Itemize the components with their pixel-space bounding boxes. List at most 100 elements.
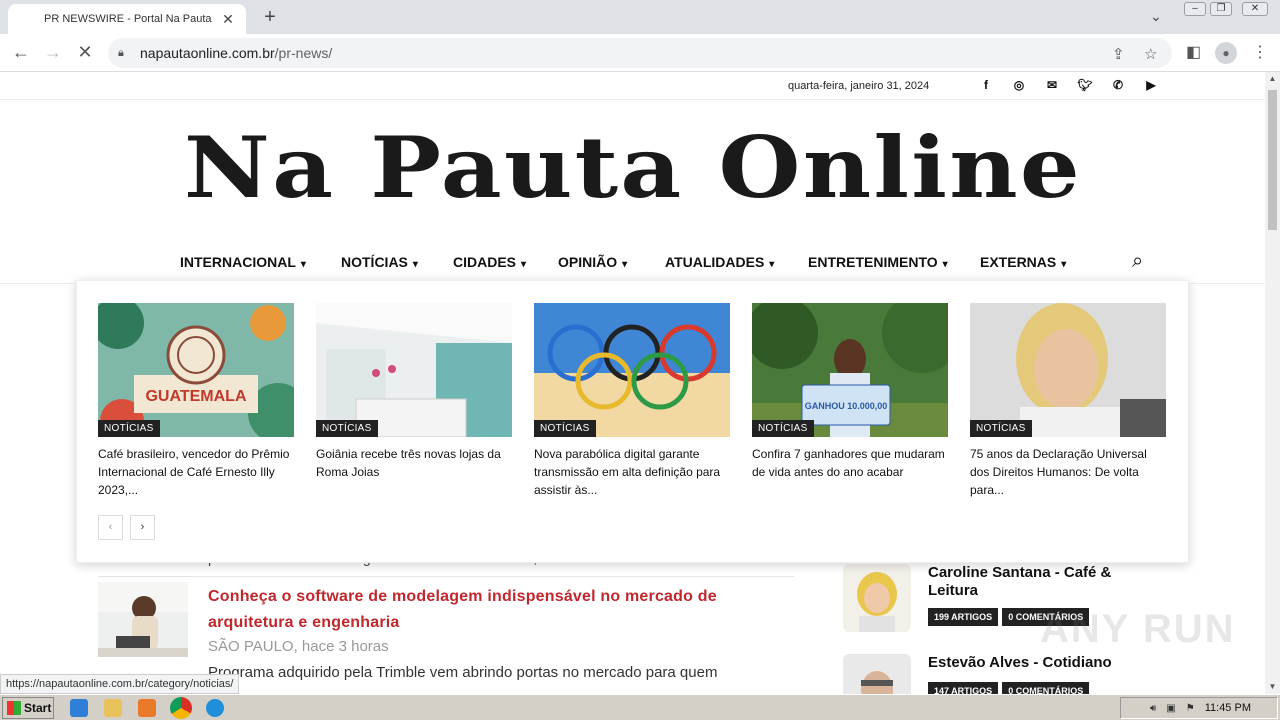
windows-taskbar: Start 🔊︎ ▣ ⚑ 11:45 PM bbox=[0, 694, 1280, 720]
mail-icon[interactable]: ✉ bbox=[1044, 78, 1060, 92]
share-icon[interactable]: ⇪ bbox=[1112, 45, 1125, 63]
category-badge[interactable]: NOTÍCIAS bbox=[970, 420, 1032, 437]
youtube-icon[interactable]: ▶ bbox=[1143, 78, 1159, 92]
page-scrollbar[interactable]: ▲ ▼ bbox=[1265, 72, 1280, 694]
media-player-icon[interactable] bbox=[138, 699, 156, 717]
side-panel-icon[interactable]: ◧ bbox=[1186, 42, 1201, 62]
news-card-title[interactable]: Café brasileiro, vencedor do Prêmio Inte… bbox=[98, 445, 294, 499]
author-avatar[interactable] bbox=[843, 654, 911, 694]
news-card[interactable]: NOTÍCIAS 75 anos da Declaração Universal… bbox=[970, 303, 1166, 499]
system-tray: 🔊︎ ▣ ⚑ 11:45 PM bbox=[1120, 697, 1278, 719]
news-card-title[interactable]: Confira 7 ganhadores que mudaram de vida… bbox=[752, 445, 948, 481]
tab-search-icon[interactable]: ⌄ bbox=[1150, 8, 1162, 25]
tab-title: PR NEWSWIRE - Portal Na Pauta Online bbox=[44, 13, 214, 25]
articles-count-badge[interactable]: 147 ARTIGOS bbox=[928, 682, 999, 694]
news-card-title[interactable]: Nova parabólica digital garante transmis… bbox=[534, 445, 730, 499]
network-icon[interactable]: ▣ bbox=[1166, 703, 1175, 714]
chrome-icon[interactable] bbox=[170, 697, 192, 719]
nav-internacional[interactable]: INTERNACIONAL ▾ bbox=[180, 244, 306, 284]
clock[interactable]: 11:45 PM bbox=[1205, 702, 1251, 714]
nav-opiniao[interactable]: OPINIÃO ▾ bbox=[558, 244, 627, 284]
author-stats: 147 ARTIGOS 0 COMENTÁRIOS bbox=[928, 682, 1090, 694]
news-card[interactable]: GUATEMALA NOTÍCIAS Café brasileiro, venc… bbox=[98, 303, 294, 499]
menu-kebab-icon[interactable]: ⋮ bbox=[1252, 42, 1268, 62]
author-avatar[interactable] bbox=[843, 564, 911, 632]
prev-page-button[interactable]: ‹ bbox=[98, 515, 123, 540]
forward-icon[interactable]: → bbox=[42, 42, 64, 63]
nav-entretenimento[interactable]: ENTRETENIMENTO ▾ bbox=[808, 244, 948, 284]
close-tab-icon[interactable]: ✕ bbox=[220, 11, 236, 28]
scroll-thumb[interactable] bbox=[1268, 90, 1277, 230]
scroll-down-icon[interactable]: ▼ bbox=[1265, 680, 1280, 694]
whatsapp-icon[interactable]: ✆ bbox=[1110, 78, 1126, 92]
news-card-image[interactable]: NOTÍCIAS bbox=[316, 303, 512, 437]
close-window-button[interactable]: ✕ bbox=[1242, 2, 1268, 16]
news-card-image[interactable]: NOTÍCIAS bbox=[534, 303, 730, 437]
watermark: ANY RUN bbox=[1040, 607, 1236, 651]
news-card[interactable]: NOTÍCIAS Goiânia recebe três novas lojas… bbox=[316, 303, 512, 481]
news-card-image[interactable]: NOTÍCIAS bbox=[970, 303, 1166, 437]
author-name[interactable]: Estevão Alves - Cotidiano bbox=[928, 654, 1148, 672]
ie-icon[interactable] bbox=[70, 699, 88, 717]
article-excerpt: Programa adquirido pela Trimble vem abri… bbox=[208, 664, 718, 681]
image-caption: GANHOU 10.000,00 bbox=[805, 401, 888, 411]
twitter-icon[interactable]: 🐦︎ bbox=[1077, 78, 1093, 92]
facebook-icon[interactable]: f bbox=[978, 78, 994, 92]
minimize-button[interactable]: – bbox=[1184, 2, 1206, 16]
news-card-image[interactable]: GANHOU 10.000,00 NOTÍCIAS bbox=[752, 303, 948, 437]
category-badge[interactable]: NOTÍCIAS bbox=[98, 420, 160, 437]
news-card-title[interactable]: Goiânia recebe três novas lojas da Roma … bbox=[316, 445, 512, 481]
instagram-icon[interactable]: ◎ bbox=[1011, 78, 1027, 92]
news-card[interactable]: GANHOU 10.000,00 NOTÍCIAS Confira 7 ganh… bbox=[752, 303, 948, 481]
start-label: Start bbox=[24, 701, 52, 715]
current-date: quarta-feira, janeiro 31, 2024 bbox=[788, 80, 930, 92]
url-host: napautaonline.com.br bbox=[140, 45, 275, 61]
scroll-up-icon[interactable]: ▲ bbox=[1265, 72, 1280, 86]
next-page-button[interactable]: › bbox=[130, 515, 155, 540]
nav-atualidades[interactable]: ATUALIDADES ▾ bbox=[665, 244, 774, 284]
search-icon[interactable]: ⌕ bbox=[1132, 250, 1143, 273]
category-badge[interactable]: NOTÍCIAS bbox=[534, 420, 596, 437]
nav-label: CIDADES bbox=[453, 254, 517, 270]
author-name[interactable]: Caroline Santana - Café & Leitura bbox=[928, 564, 1148, 600]
address-bar[interactable]: 🔒︎ napautaonline.com.br/pr-news/ ⇪ ☆ bbox=[108, 38, 1172, 68]
nav-label: ENTRETENIMENTO bbox=[808, 254, 938, 270]
category-badge[interactable]: NOTÍCIAS bbox=[316, 420, 378, 437]
image-caption: GUATEMALA bbox=[145, 388, 246, 405]
news-card-image[interactable]: GUATEMALA NOTÍCIAS bbox=[98, 303, 294, 437]
start-button[interactable]: Start bbox=[2, 697, 54, 719]
nav-cidades[interactable]: CIDADES ▾ bbox=[453, 244, 526, 284]
article-title-link[interactable]: Conheça o software de modelagem indispen… bbox=[208, 584, 768, 636]
bookmark-star-icon[interactable]: ☆ bbox=[1144, 45, 1157, 63]
news-card[interactable]: NOTÍCIAS Nova parabólica digital garante… bbox=[534, 303, 730, 499]
comments-count-badge[interactable]: 0 COMENTÁRIOS bbox=[1002, 682, 1090, 694]
url-path: /pr-news/ bbox=[274, 45, 333, 61]
chevron-down-icon: ▾ bbox=[1061, 259, 1067, 270]
explorer-icon[interactable] bbox=[104, 699, 122, 717]
category-badge[interactable]: NOTÍCIAS bbox=[752, 420, 814, 437]
nav-noticias[interactable]: NOTÍCIAS ▾ bbox=[327, 244, 432, 284]
news-card-title[interactable]: 75 anos da Declaração Universal dos Dire… bbox=[970, 445, 1166, 499]
site-logo[interactable]: Na Pauta Online bbox=[184, 112, 1080, 222]
edge-icon[interactable] bbox=[206, 699, 224, 717]
mega-menu-dropdown: GUATEMALA NOTÍCIAS Café brasileiro, venc… bbox=[76, 280, 1189, 563]
new-tab-button[interactable]: + bbox=[258, 6, 282, 29]
nav-label: ATUALIDADES bbox=[665, 254, 765, 270]
articles-count-badge[interactable]: 199 ARTIGOS bbox=[928, 608, 999, 626]
volume-icon[interactable]: 🔊︎ bbox=[1150, 703, 1156, 714]
stop-loading-icon[interactable]: ✕ bbox=[74, 42, 96, 63]
browser-tab[interactable]: PR NEWSWIRE - Portal Na Pauta Online ✕ bbox=[8, 4, 246, 34]
profile-avatar-icon[interactable]: ● bbox=[1215, 42, 1237, 64]
restore-button[interactable]: ❐ bbox=[1210, 2, 1232, 16]
author-card[interactable]: Estevão Alves - Cotidiano 147 ARTIGOS 0 … bbox=[843, 654, 1183, 694]
back-icon[interactable]: ← bbox=[10, 42, 32, 63]
nav-externas[interactable]: EXTERNAS ▾ bbox=[966, 244, 1081, 284]
lock-icon[interactable]: 🔒︎ bbox=[118, 47, 132, 60]
nav-label: NOTÍCIAS bbox=[341, 254, 408, 270]
nav-label: OPINIÃO bbox=[558, 254, 618, 270]
article-meta: SÃO PAULO, hace 3 horas bbox=[208, 638, 389, 655]
flag-icon[interactable]: ⚑ bbox=[1186, 703, 1195, 714]
logo-text: Na Pauta Online bbox=[183, 117, 1083, 217]
article-thumbnail[interactable] bbox=[98, 582, 188, 657]
chevron-down-icon: ▾ bbox=[300, 259, 306, 270]
